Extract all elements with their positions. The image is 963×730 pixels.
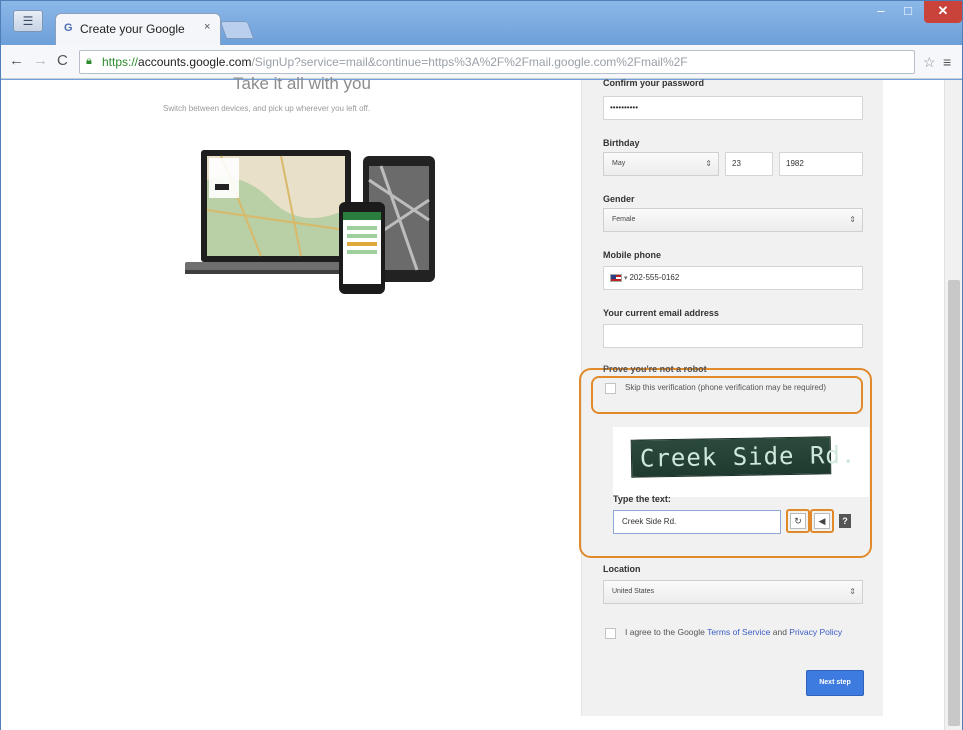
address-bar[interactable]: 🔒︎ https://accounts.google.com/SignUp?se…	[79, 50, 915, 74]
title-bar: ☰ G Create your Google × – □ ✕	[1, 1, 962, 45]
minimize-button[interactable]: –	[869, 1, 893, 23]
close-window-button[interactable]: ✕	[924, 1, 962, 23]
back-arrow-icon[interactable]: ←	[9, 53, 24, 69]
bookmark-star-icon[interactable]: ☆	[923, 54, 936, 71]
scrollbar-thumb[interactable]	[948, 280, 960, 726]
us-flag-icon[interactable]	[610, 273, 622, 282]
refresh-icon[interactable]: ↻	[790, 513, 806, 529]
promo-title: Take it all with you	[233, 74, 371, 93]
chrome-menu-icon[interactable]: ☰	[13, 10, 43, 32]
forward-arrow-icon[interactable]: →	[33, 53, 48, 69]
devices-illustration	[185, 150, 435, 294]
lock-icon: 🔒︎	[86, 55, 92, 67]
confirm-password-label: Confirm your password	[603, 78, 705, 88]
captcha-image: Creek Side Rd.	[630, 436, 857, 478]
gender-label: Gender	[603, 194, 635, 204]
birthday-day-input[interactable]: 23	[725, 152, 773, 176]
promo-subtitle: Switch between devices, and pick up wher…	[163, 104, 371, 113]
location-select[interactable]: United States ⇕	[603, 580, 863, 604]
tab-title: Create your Google	[80, 22, 185, 36]
maximize-button[interactable]: □	[896, 1, 920, 23]
mobile-phone-input[interactable]: ▾ 202-555-0162	[603, 266, 863, 290]
url-text: https://accounts.google.com/SignUp?servi…	[102, 55, 688, 69]
reload-icon[interactable]: C	[57, 53, 68, 69]
birthday-label: Birthday	[603, 138, 640, 148]
skip-verification-text: Skip this verification (phone verificati…	[625, 383, 826, 392]
help-icon[interactable]: ?	[839, 514, 851, 528]
next-step-button[interactable]: Next step	[806, 670, 864, 696]
tos-text: I agree to the Google Terms of Service a…	[625, 627, 843, 637]
tab-close-icon[interactable]: ×	[204, 21, 210, 33]
gender-select[interactable]: Female ⇕	[603, 208, 863, 232]
current-email-input[interactable]	[603, 324, 863, 348]
chevron-down-icon: ⇕	[705, 159, 712, 168]
browser-window: ☰ G Create your Google × – □ ✕ ← → C 🔒︎ …	[0, 0, 963, 730]
mobile-phone-label: Mobile phone	[603, 250, 661, 260]
birthday-month-select[interactable]: May ⇕	[603, 152, 719, 176]
google-favicon-icon: G	[64, 22, 73, 34]
captcha-input[interactable]: Creek Side Rd.	[613, 510, 781, 534]
chevron-down-icon: ⇕	[849, 215, 856, 224]
current-email-label: Your current email address	[603, 308, 719, 318]
browser-toolbar: ← → C 🔒︎ https://accounts.google.com/Sig…	[1, 45, 962, 79]
vertical-scrollbar[interactable]	[944, 80, 962, 730]
chevron-down-icon: ⇕	[849, 587, 856, 596]
tab-create-google-account[interactable]: G Create your Google ×	[55, 13, 221, 45]
terms-of-service-link[interactable]: Terms of Service	[707, 627, 770, 637]
location-label: Location	[603, 564, 641, 574]
hamburger-menu-icon[interactable]: ≡	[943, 54, 951, 70]
captcha-type-label: Type the text:	[613, 494, 671, 504]
privacy-policy-link[interactable]: Privacy Policy	[789, 627, 842, 637]
speaker-icon[interactable]: ◀︎	[814, 513, 830, 529]
new-tab-button[interactable]	[219, 21, 255, 39]
birthday-year-input[interactable]: 1982	[779, 152, 863, 176]
confirm-password-input[interactable]: ••••••••••	[603, 96, 863, 120]
skip-verification-checkbox[interactable]	[605, 383, 616, 394]
robot-label: Prove you're not a robot	[603, 364, 707, 374]
page-viewport: Take it all with you Switch between devi…	[1, 74, 962, 730]
tos-checkbox[interactable]	[605, 628, 616, 639]
